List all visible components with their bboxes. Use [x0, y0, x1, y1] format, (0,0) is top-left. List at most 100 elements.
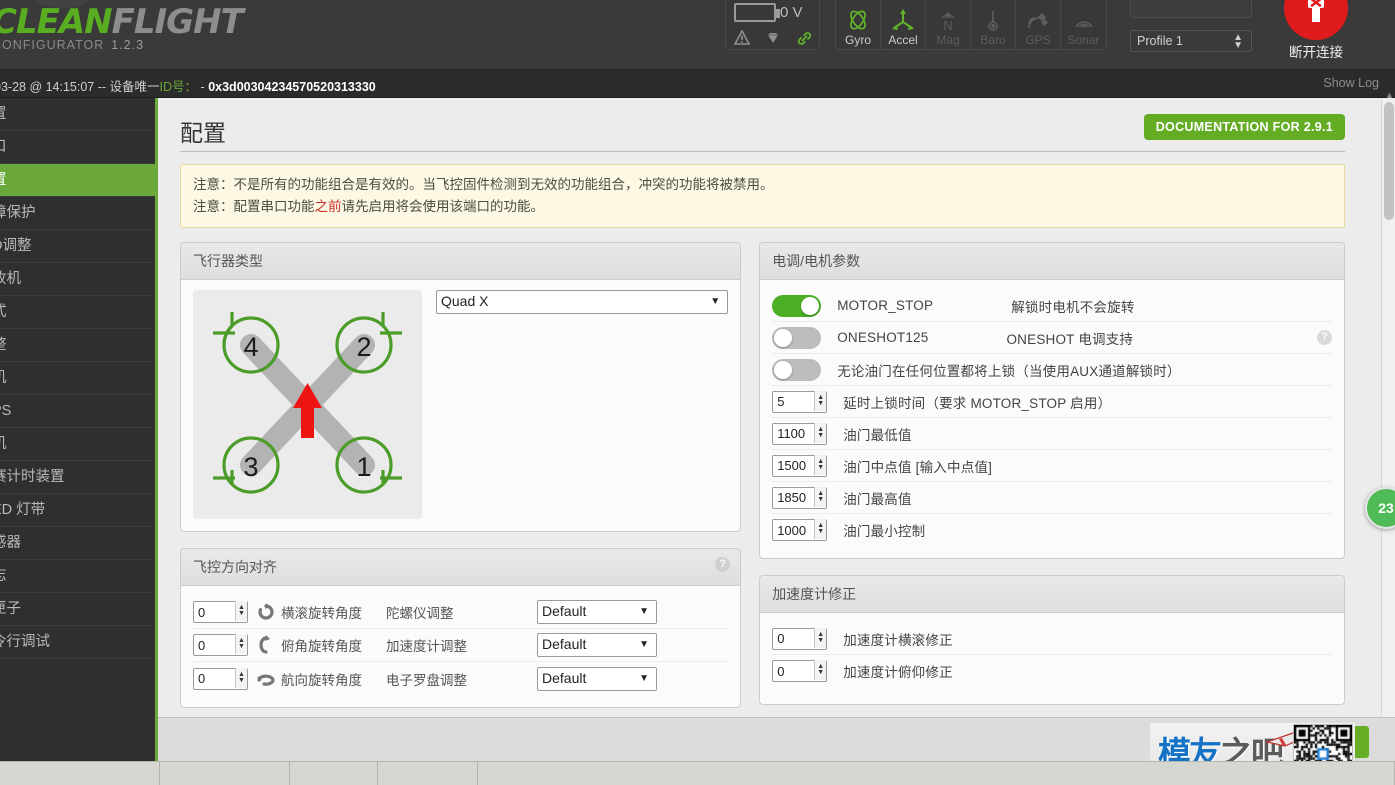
sensor-label: Sonar	[1067, 33, 1100, 47]
alignment-select[interactable]: Default ▼	[537, 666, 657, 691]
alignment-sensor-label: 电子罗盘调整	[386, 672, 467, 688]
sidebar-item-6[interactable]: 式	[0, 296, 155, 329]
alignment-label: 俯角旋转角度	[281, 639, 362, 654]
esc-number-label: 油门最低值	[843, 427, 912, 443]
esc-toggle-row: MOTOR_STOP 解锁时电机不会旋转	[772, 290, 1332, 322]
status-cell	[290, 762, 378, 785]
sidebar-item-3[interactable]: 障保护	[0, 197, 155, 230]
mixer-panel-body: 4 2 3 1 Quad X ▼	[181, 280, 740, 531]
sidebar-item-8[interactable]: 机	[0, 362, 155, 395]
profile-select[interactable]: Profile 1 ▲ ▼	[1130, 30, 1252, 52]
sidebar-item-12[interactable]: ED 灯带	[0, 494, 155, 527]
help-icon[interactable]: ?	[1317, 330, 1332, 345]
left-column: 飞行器类型 4 2 3 1 Quad X ▼ 飞控方向对齐 ? 0 ▲ ▼ 横滚…	[180, 242, 742, 761]
battery-indicator: 0 V	[734, 3, 803, 22]
spinner-arrows[interactable]: ▲ ▼	[814, 519, 827, 539]
scrollbar-thumb[interactable]	[1384, 102, 1394, 220]
sidebar-item-13[interactable]: 感器	[0, 527, 155, 560]
accel-icon	[890, 6, 916, 32]
toggle-switch[interactable]	[772, 294, 822, 317]
alignment-select-value: Default	[542, 636, 587, 652]
spinner-arrows[interactable]: ▲ ▼	[235, 667, 247, 688]
profile-value: Profile 1	[1137, 34, 1183, 48]
sidebar-item-1[interactable]: 口	[0, 131, 155, 164]
sidebar-item-label: 收机	[0, 271, 21, 287]
sensor-mag: N Mag	[926, 0, 971, 49]
esc-number-row: ▲▼ 油门中点值 [输入中点值]	[772, 450, 1332, 482]
show-log-button[interactable]: Show Log	[1323, 76, 1379, 90]
alignment-select[interactable]: Default ▼	[537, 600, 657, 624]
spin-down-icon[interactable]: ▼	[817, 464, 824, 471]
sensor-gyro: Gyro	[836, 0, 881, 49]
sensor-label: GPS	[1025, 33, 1051, 47]
toggle-switch[interactable]	[772, 326, 822, 349]
vertical-scrollbar[interactable]: ▲ ▼	[1381, 90, 1395, 767]
sidebar-item-2[interactable]: 置	[0, 164, 155, 197]
spin-down-icon[interactable]: ▼	[817, 432, 824, 439]
cleanflight-configurator-window: CLEANFLIGHT CONFIGURATOR 1.2.3 0 V Gyro …	[0, 0, 1395, 785]
spinner-arrows[interactable]: ▲ ▼	[235, 634, 247, 654]
spin-down-icon[interactable]: ▼	[817, 400, 824, 407]
documentation-button[interactable]: DOCUMENTATION FOR 2.9.1	[1143, 114, 1345, 140]
spin-down-icon[interactable]: ▼	[817, 669, 824, 676]
mixer-panel: 飞行器类型 4 2 3 1 Quad X ▼	[180, 242, 742, 532]
mixer-type-value: Quad X	[441, 293, 489, 309]
toggle-knob	[801, 296, 820, 315]
acc-trim-row: ▲▼ 加速度计横滚修正	[772, 623, 1332, 655]
status-cell	[378, 762, 478, 785]
sidebar-item-15[interactable]: 匣子	[0, 593, 155, 626]
spin-down-icon[interactable]: ▼	[238, 677, 245, 684]
esc-number-row: ▲▼ 油门最低值	[772, 418, 1332, 450]
toggle-switch[interactable]	[772, 358, 822, 381]
info-timestamp: 03-28 @ 14:15:07 -- 设备唯一	[0, 80, 160, 94]
spinner-arrows[interactable]: ▲ ▼	[814, 486, 827, 507]
note-line-2-a: 注意：配置串口功能	[193, 199, 315, 214]
os-status-bar	[0, 761, 1395, 785]
note-box: 注意：不是所有的功能组合是有效的。当飞控固件检测到无效的功能组合，冲突的功能将被…	[180, 164, 1345, 228]
accelerometer-trim-body: ▲▼ 加速度计横滚修正 ▲▼ 加速度计俯仰修正	[760, 613, 1344, 699]
spin-down-icon[interactable]: ▼	[238, 643, 245, 650]
alignment-sensor-label: 加速度计调整	[386, 639, 467, 654]
sidebar-item-9[interactable]: PS	[0, 395, 155, 428]
esc-number-label: 延时上锁时间（要求 MOTOR_STOP 启用）	[843, 395, 1112, 411]
spinner-arrows[interactable]: ▲ ▼	[814, 454, 827, 475]
sidebar-item-7[interactable]: 整	[0, 329, 155, 362]
sidebar-item-16[interactable]: 令行调试	[0, 626, 155, 659]
spin-down-icon[interactable]: ▼	[817, 496, 824, 503]
disconnect-button[interactable]: 断开连接	[1282, 0, 1350, 61]
spinner-arrows[interactable]: ▲ ▼	[814, 390, 827, 411]
mixer-type-select[interactable]: Quad X ▼	[436, 290, 729, 314]
scroll-up-arrow-icon[interactable]: ▲	[1385, 90, 1394, 100]
page-header: 配置 DOCUMENTATION FOR 2.9.1	[180, 108, 1345, 152]
alignment-row: ▲▼ 航向旋转角度 电子罗盘调整 Default ▼	[193, 662, 728, 695]
sidebar-item-11[interactable]: 赛计时装置	[0, 461, 155, 494]
number-input-wrap: ▲▼	[772, 660, 828, 682]
configurator-version: 1.2.3	[111, 38, 145, 52]
esc-number-label: 油门最高值	[843, 491, 912, 507]
mixer-panel-title: 飞行器类型	[181, 243, 741, 280]
chevron-down-icon: ▼	[639, 606, 649, 617]
spinner-arrows[interactable]: ▲ ▼	[814, 627, 827, 648]
spin-down-icon[interactable]: ▼	[817, 637, 824, 644]
spin-down-icon[interactable]: ▼	[238, 610, 245, 617]
sidebar-item-10[interactable]: 机	[0, 428, 155, 461]
sidebar-item-label: 令行调试	[0, 634, 50, 650]
gps-icon	[1025, 6, 1051, 32]
sidebar-item-14[interactable]: 志	[0, 560, 155, 593]
esc-motor-title: 电调/电机参数	[760, 243, 1344, 280]
configuration-page: 配置 DOCUMENTATION FOR 2.9.1 注意：不是所有的功能组合是…	[158, 98, 1367, 761]
sidebar-item-4[interactable]: D调整	[0, 230, 155, 263]
sidebar-item-5[interactable]: 收机	[0, 263, 155, 296]
esc-toggle-row: 无论油门在任何位置都将上锁（当使用AUX通道解锁时）	[772, 354, 1332, 386]
spinner-arrows[interactable]: ▲ ▼	[814, 422, 827, 443]
sidebar-item-0[interactable]: 置	[0, 98, 155, 131]
status-cell	[478, 762, 1395, 785]
spinner-arrows[interactable]: ▲ ▼	[814, 660, 827, 680]
sidebar-item-label: 机	[0, 370, 7, 386]
number-input-wrap: ▲▼	[772, 422, 828, 445]
spin-down-icon[interactable]: ▼	[817, 528, 824, 535]
alignment-select[interactable]: Default ▼	[537, 633, 657, 657]
esc-toggle-label: MOTOR_STOP	[837, 298, 934, 313]
link-icon	[796, 30, 813, 47]
spinner-arrows[interactable]: ▲ ▼	[235, 601, 247, 621]
